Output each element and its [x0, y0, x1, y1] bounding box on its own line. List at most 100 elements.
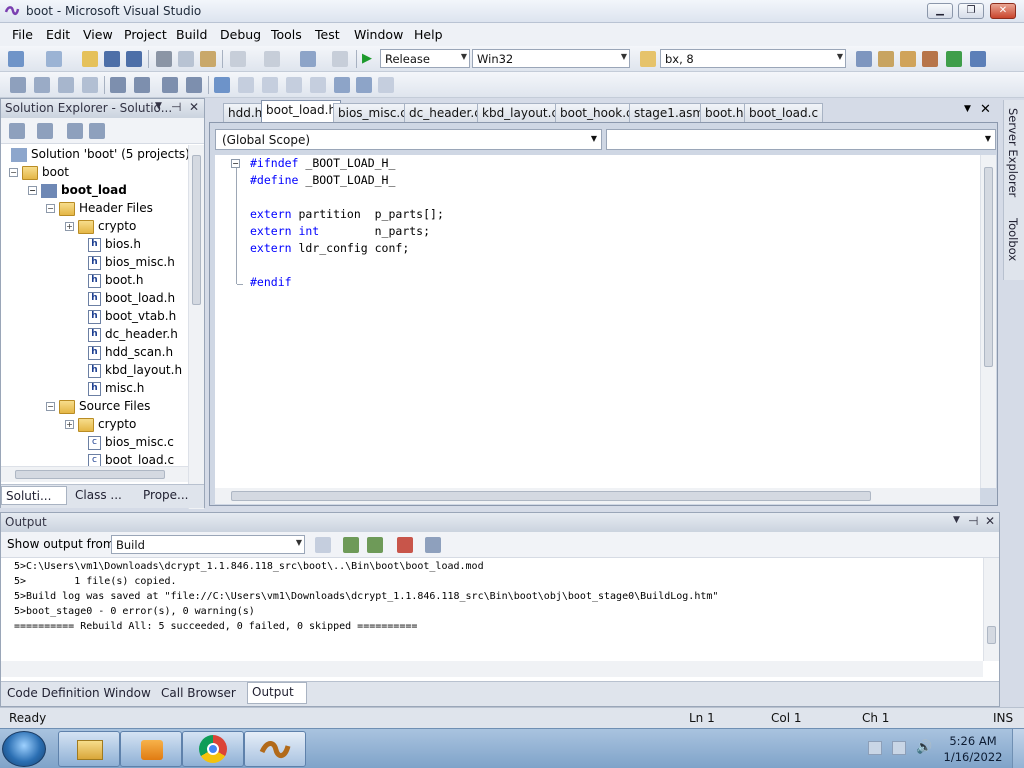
- toolbox-icon[interactable]: [922, 51, 938, 67]
- save-icon[interactable]: [104, 51, 120, 67]
- show-all-files-icon[interactable]: [37, 123, 53, 139]
- next-bookmark-folder-icon[interactable]: [310, 77, 326, 93]
- navigate-forward-icon[interactable]: [332, 51, 348, 67]
- start-debugging-icon[interactable]: ▶: [362, 51, 378, 67]
- tab-boot-hook-c[interactable]: boot_hook.c: [555, 103, 638, 122]
- output-hscroll[interactable]: [1, 661, 983, 677]
- collapse-icon[interactable]: −: [231, 159, 240, 168]
- tree-project-boot-load[interactable]: − boot_load: [28, 181, 127, 199]
- refresh-icon[interactable]: [67, 123, 83, 139]
- tree-file[interactable]: h dc_header.h: [88, 325, 178, 343]
- tab-property-manager[interactable]: Prope...: [139, 486, 203, 505]
- quick-info-icon[interactable]: [58, 77, 74, 93]
- save-all-icon[interactable]: [126, 51, 142, 67]
- scope-select[interactable]: (Global Scope) ▼: [215, 129, 602, 150]
- parameter-info-icon[interactable]: [34, 77, 50, 93]
- tab-boot-load-h[interactable]: boot_load.h: [261, 100, 342, 122]
- tree-source-files[interactable]: − Source Files: [46, 397, 150, 415]
- collapse-icon[interactable]: −: [9, 168, 18, 177]
- copy-icon[interactable]: [178, 51, 194, 67]
- scroll-thumb[interactable]: [15, 470, 165, 479]
- undo-icon[interactable]: [230, 51, 246, 67]
- editor-vscroll[interactable]: [980, 155, 996, 488]
- tree-file[interactable]: h boot.h: [88, 271, 143, 289]
- close-icon[interactable]: ✕: [980, 102, 991, 117]
- uncomment-icon[interactable]: [186, 77, 202, 93]
- chevron-down-icon[interactable]: ▼: [155, 101, 162, 111]
- start-page-icon[interactable]: [946, 51, 962, 67]
- code-area[interactable]: − #ifndef _BOOT_LOAD_H_ #define _BOOT_LO…: [215, 155, 988, 488]
- go-to-previous-icon[interactable]: [343, 537, 359, 553]
- menu-window[interactable]: Window: [354, 27, 403, 42]
- member-list-icon[interactable]: [10, 77, 26, 93]
- collapse-icon[interactable]: −: [46, 402, 55, 411]
- next-bookmark-doc-icon[interactable]: [356, 77, 372, 93]
- prev-bookmark-folder-icon[interactable]: [286, 77, 302, 93]
- complete-word-icon[interactable]: [82, 77, 98, 93]
- media-player-taskbar-button[interactable]: [120, 731, 182, 767]
- menu-help[interactable]: Help: [414, 27, 443, 42]
- cut-icon[interactable]: [156, 51, 172, 67]
- properties-icon[interactable]: [9, 123, 25, 139]
- comment-icon[interactable]: [162, 77, 178, 93]
- close-button[interactable]: ✕: [990, 3, 1016, 19]
- close-icon[interactable]: ✕: [189, 100, 199, 114]
- go-to-next-icon[interactable]: [367, 537, 383, 553]
- tab-dc-header-c[interactable]: dc_header.c: [404, 103, 486, 122]
- tab-stage1-asm[interactable]: stage1.asm: [629, 103, 710, 122]
- volume-icon[interactable]: 🔊: [916, 741, 932, 755]
- expand-icon[interactable]: +: [65, 222, 74, 231]
- tree-header-files[interactable]: − Header Files: [46, 199, 153, 217]
- tree-file[interactable]: h boot_load.h: [88, 289, 175, 307]
- prev-bookmark-icon[interactable]: [238, 77, 254, 93]
- visual-studio-icon[interactable]: [4, 3, 20, 19]
- object-browser-icon[interactable]: [900, 51, 916, 67]
- show-desktop-button[interactable]: [1012, 729, 1024, 768]
- output-source-select[interactable]: Build ▼: [111, 535, 305, 554]
- collapse-icon[interactable]: −: [28, 186, 37, 195]
- scroll-thumb[interactable]: [231, 491, 871, 501]
- tab-server-explorer[interactable]: Server Explorer: [1006, 108, 1020, 197]
- minimize-button[interactable]: ▁: [927, 3, 953, 19]
- solution-explorer-icon[interactable]: [856, 51, 872, 67]
- chevron-down-icon[interactable]: ▼: [953, 515, 960, 525]
- tab-toolbox[interactable]: Toolbox: [1006, 218, 1020, 261]
- solution-explorer-vscroll[interactable]: [188, 145, 204, 509]
- tab-boot-h[interactable]: boot.h: [700, 103, 749, 122]
- tree-file[interactable]: h bios.h: [88, 235, 141, 253]
- scroll-thumb[interactable]: [984, 167, 993, 367]
- tree-file[interactable]: c bios_misc.c: [88, 433, 174, 451]
- editor-hscroll[interactable]: [215, 488, 980, 504]
- find-combo[interactable]: bx, 8 ▼: [660, 49, 846, 68]
- tree-solution[interactable]: Solution 'boot' (5 projects): [11, 145, 190, 163]
- prev-bookmark-doc-icon[interactable]: [334, 77, 350, 93]
- toggle-word-wrap-icon[interactable]: [425, 537, 441, 553]
- menu-project[interactable]: Project: [124, 27, 167, 42]
- tree-crypto-sources[interactable]: + crypto: [65, 415, 136, 433]
- next-bookmark-icon[interactable]: [262, 77, 278, 93]
- tree-file[interactable]: h misc.h: [88, 379, 144, 397]
- solution-explorer-hscroll[interactable]: [1, 466, 188, 482]
- navigate-backward-icon[interactable]: [300, 51, 316, 67]
- tab-code-definition-window[interactable]: Code Definition Window: [3, 684, 153, 703]
- tree-file[interactable]: h hdd_scan.h: [88, 343, 173, 361]
- tab-class-view[interactable]: Class ...: [71, 486, 135, 505]
- action-center-icon[interactable]: [868, 741, 882, 755]
- tree-file[interactable]: h boot_vtab.h: [88, 307, 176, 325]
- network-icon[interactable]: [892, 741, 906, 755]
- platform-select[interactable]: Win32 ▼: [472, 49, 630, 68]
- close-icon[interactable]: ✕: [985, 514, 995, 528]
- pin-icon[interactable]: ⊣: [171, 100, 181, 114]
- tab-call-browser[interactable]: Call Browser: [157, 684, 243, 703]
- find-in-files-icon[interactable]: [640, 51, 656, 67]
- tab-kbd-layout-c[interactable]: kbd_layout.c: [477, 103, 564, 122]
- scroll-thumb[interactable]: [987, 626, 996, 644]
- scroll-thumb[interactable]: [192, 155, 201, 305]
- tab-solution-explorer[interactable]: Soluti...: [1, 486, 67, 505]
- add-item-icon[interactable]: [46, 51, 62, 67]
- menu-edit[interactable]: Edit: [46, 27, 70, 42]
- member-select[interactable]: ▼: [606, 129, 996, 150]
- menu-test[interactable]: Test: [315, 27, 340, 42]
- expand-icon[interactable]: +: [65, 420, 74, 429]
- menu-build[interactable]: Build: [176, 27, 207, 42]
